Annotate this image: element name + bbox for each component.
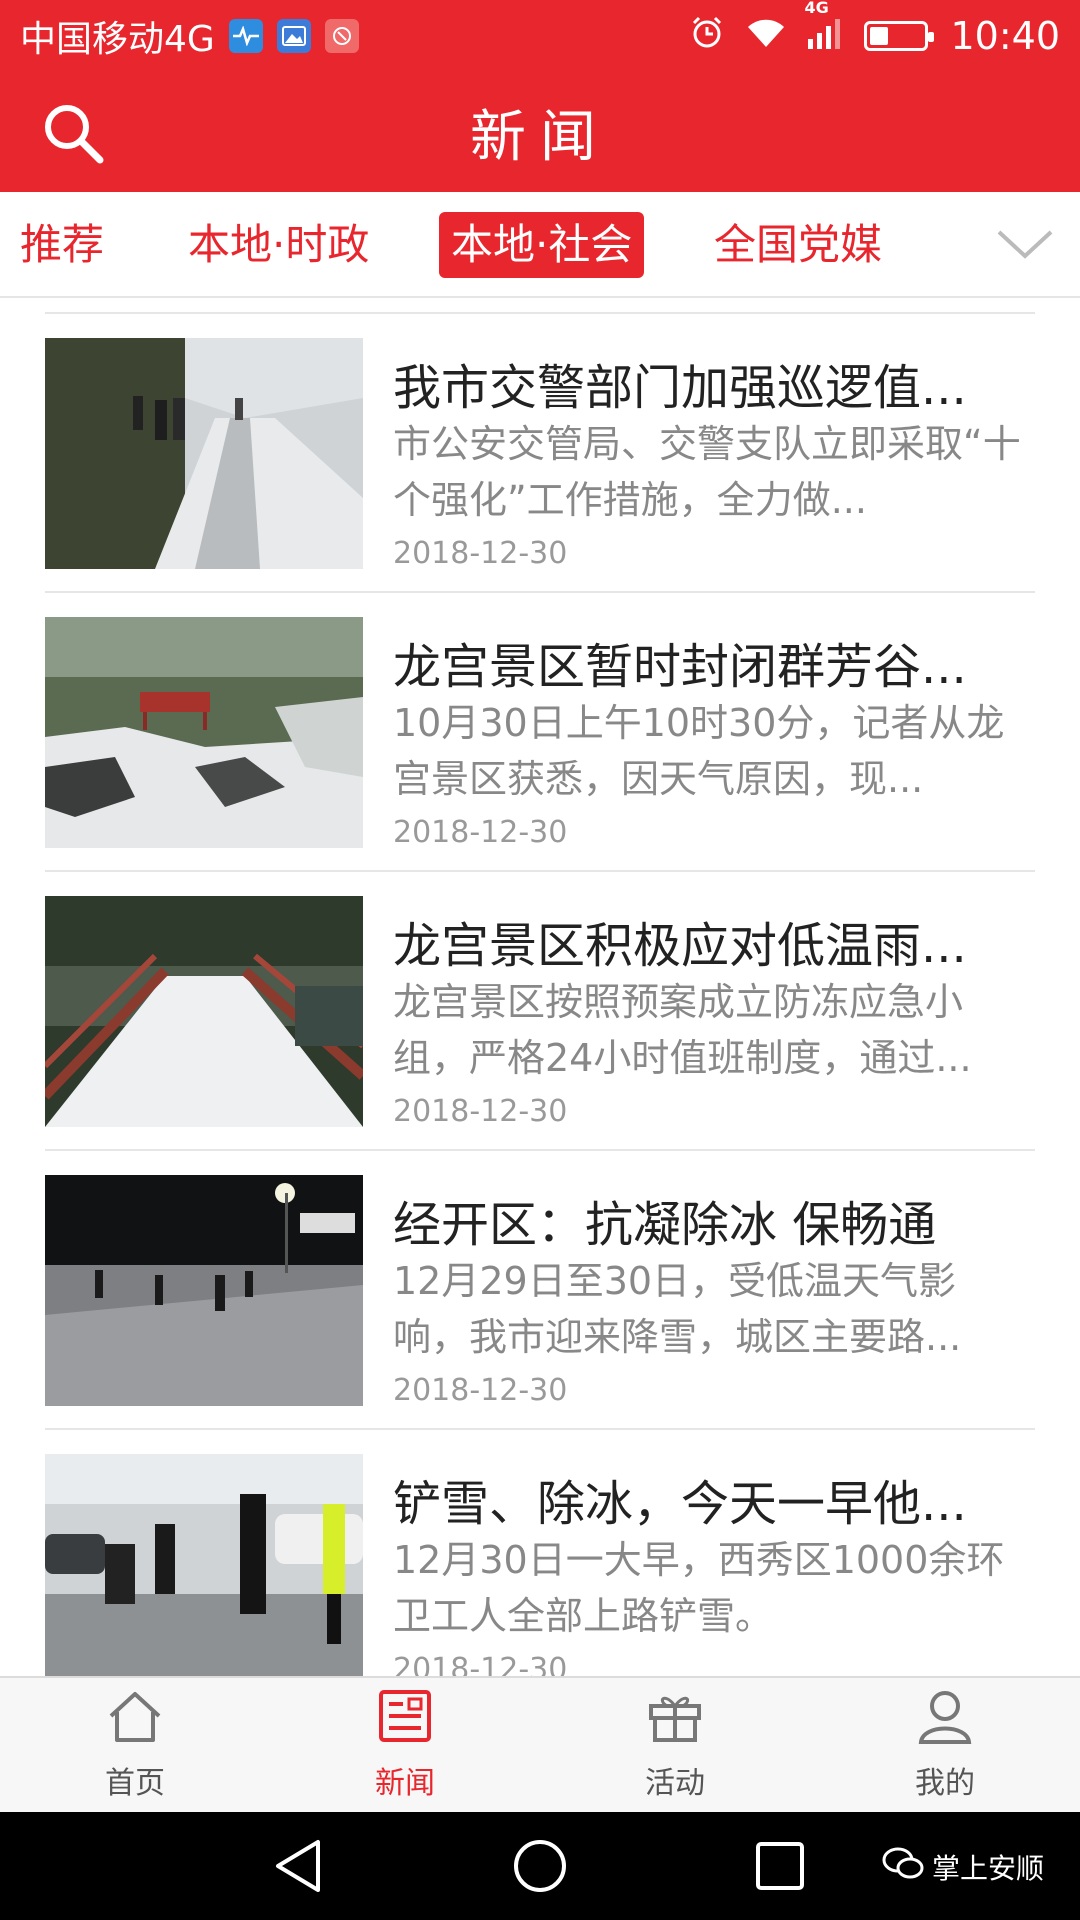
tab-national-media[interactable]: 全国党媒 (702, 212, 894, 278)
news-item[interactable]: 龙宫景区暂时封闭群芳谷... 10月30日上午10时30分，记者从龙宫景区获悉，… (45, 593, 1035, 872)
bottom-nav: 首页 新闻 活动 我的 (0, 1676, 1080, 1812)
signal-icon: 4G (804, 0, 842, 58)
search-icon[interactable] (40, 100, 106, 166)
tab-local-politics[interactable]: 本地·时政 (176, 212, 381, 278)
watermark: 掌上安顺 (882, 1846, 1044, 1887)
news-title: 龙宫景区积极应对低温雨... (393, 918, 967, 974)
watermark-label: 掌上安顺 (931, 1851, 1044, 1885)
battery-level (870, 27, 889, 45)
news-title: 铲雪、除冰，今天一早他... (393, 1476, 967, 1532)
category-tabs: 推荐 本地·时政 本地·社会 全国党媒 [ (0, 192, 1080, 298)
status-bar: 中国移动4G 4G 10:40 (0, 0, 1080, 72)
news-date: 2018-12-30 (393, 536, 568, 571)
recents-icon[interactable] (752, 1838, 808, 1894)
app-icon (324, 19, 359, 53)
news-item[interactable]: 龙宫景区积极应对低温雨... 龙宫景区按照预案成立防冻应急小组，严格24小时值班… (45, 872, 1035, 1151)
gallery-icon (276, 19, 311, 53)
home-icon (105, 1688, 165, 1752)
nav-news-label: 新闻 (375, 1766, 435, 1801)
nav-activity-label: 活动 (645, 1766, 705, 1801)
news-summary: 12月30日一大早，西秀区1000余环卫工人全部上路铲雪。 (393, 1538, 1005, 1638)
nav-mine[interactable]: 我的 (810, 1678, 1080, 1812)
chevron-down-icon[interactable] (970, 192, 1080, 296)
news-list: 我市交警部门加强巡逻值... 市公安交管局、交警支队立即采取“十个强化”工作措施… (0, 300, 1080, 1676)
wechat-icon (882, 1846, 924, 1887)
news-summary: 10月30日上午10时30分，记者从龙宫景区获悉，因天气原因，现... (393, 701, 1005, 801)
nav-activity[interactable]: 活动 (540, 1678, 810, 1812)
page-title: 新闻 (470, 104, 610, 170)
tab-recommend[interactable]: 推荐 (8, 212, 116, 278)
gift-icon (645, 1688, 705, 1752)
news-date: 2018-12-30 (393, 1373, 568, 1408)
news-item[interactable]: 我市交警部门加强巡逻值... 市公安交管局、交警支队立即采取“十个强化”工作措施… (45, 314, 1035, 593)
tab-local-society[interactable]: 本地·社会 (439, 212, 645, 278)
back-icon[interactable] (270, 1838, 326, 1894)
news-title: 我市交警部门加强巡逻值... (393, 360, 967, 416)
news-summary: 龙宫景区按照预案成立防冻应急小组，严格24小时值班制度，通过... (393, 980, 972, 1080)
nav-news[interactable]: 新闻 (270, 1678, 540, 1812)
news-summary: 市公安交管局、交警支队立即采取“十个强化”工作措施，全力做... (393, 422, 1021, 522)
nav-home[interactable]: 首页 (0, 1678, 270, 1812)
network-badge: 4G (804, 0, 829, 17)
nav-mine-label: 我的 (915, 1766, 975, 1801)
app-header: 新闻 (0, 72, 1080, 192)
news-item[interactable]: 铲雪、除冰，今天一早他... 12月30日一大早，西秀区1000余环卫工人全部上… (45, 1430, 1035, 1676)
news-date: 2018-12-30 (393, 1094, 568, 1129)
wifi-icon (746, 14, 786, 58)
news-thumbnail[interactable] (45, 338, 363, 569)
news-thumbnail[interactable] (45, 617, 363, 848)
battery-icon (864, 21, 935, 51)
nav-home-label: 首页 (105, 1766, 165, 1801)
news-icon (377, 1688, 433, 1752)
news-summary: 12月29日至30日，受低温天气影响，我市迎来降雪，城区主要路... (393, 1259, 962, 1359)
clock: 10:40 (950, 14, 1060, 58)
user-icon (917, 1688, 973, 1752)
news-title: 龙宫景区暂时封闭群芳谷... (393, 639, 967, 695)
news-date: 2018-12-30 (393, 1652, 568, 1676)
news-thumbnail[interactable] (45, 896, 363, 1127)
alarm-icon (690, 14, 724, 58)
news-item[interactable]: 经开区：抗凝除冰 保畅通 12月29日至30日，受低温天气影响，我市迎来降雪，城… (45, 1151, 1035, 1430)
news-title: 经开区：抗凝除冰 保畅通 (393, 1197, 937, 1253)
carrier-label: 中国移动4G (20, 19, 215, 60)
news-thumbnail[interactable] (45, 1454, 363, 1676)
health-icon (228, 19, 263, 53)
system-nav-bar: 掌上安顺 (0, 1812, 1080, 1920)
news-date: 2018-12-30 (393, 815, 568, 850)
home-circle-icon[interactable] (512, 1838, 568, 1894)
news-thumbnail[interactable] (45, 1175, 363, 1406)
